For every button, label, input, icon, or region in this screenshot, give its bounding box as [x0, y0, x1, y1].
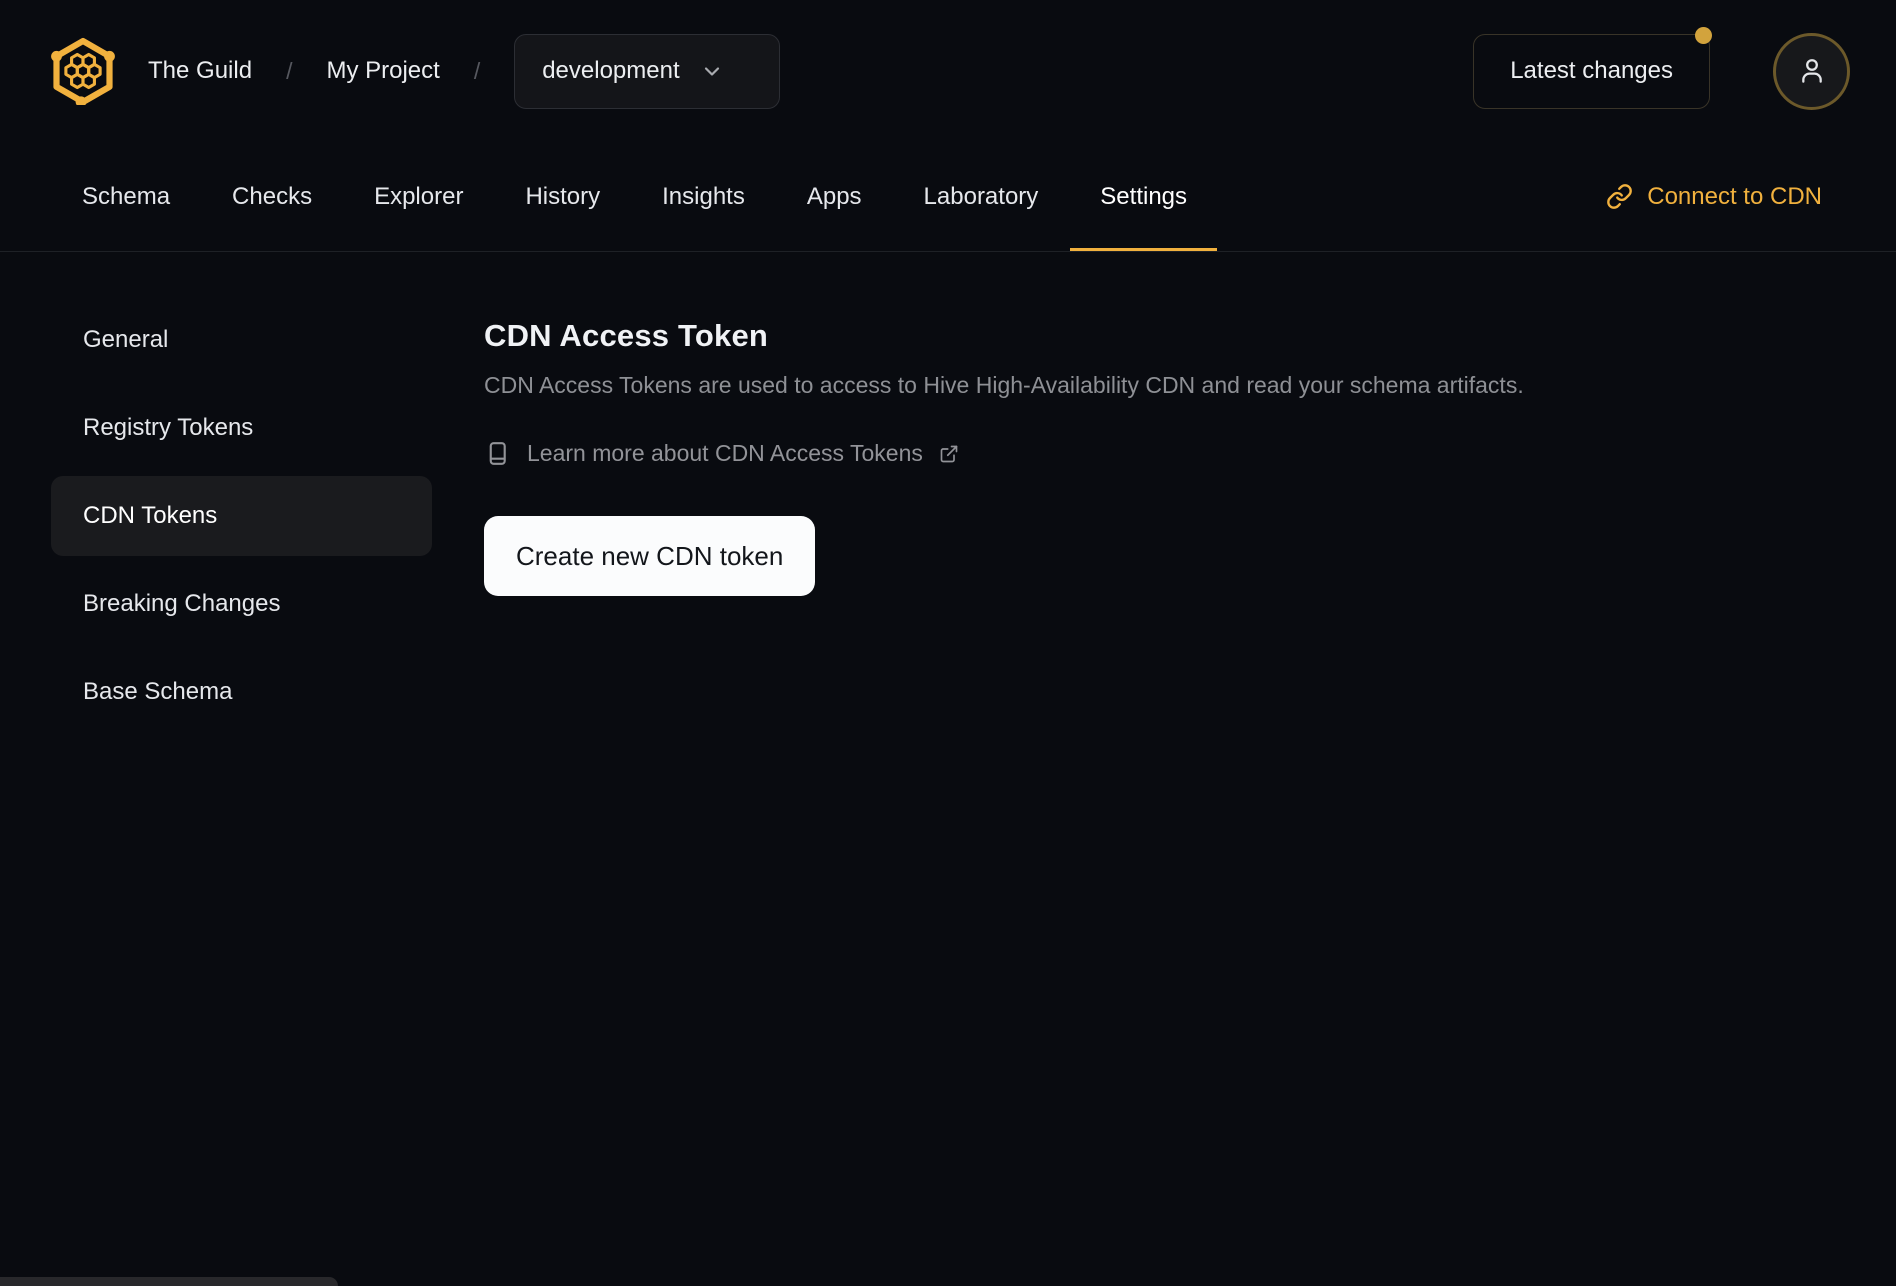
tab-history[interactable]: History	[495, 142, 630, 251]
learn-more-link[interactable]: Learn more about CDN Access Tokens	[484, 440, 959, 467]
sidebar-item-registry-tokens[interactable]: Registry Tokens	[51, 388, 432, 468]
tabs-list: Schema Checks Explorer History Insights …	[52, 142, 1218, 251]
breadcrumb-org-link[interactable]: The Guild	[148, 57, 252, 85]
tab-checks[interactable]: Checks	[202, 142, 342, 251]
user-menu-button[interactable]	[1773, 32, 1850, 110]
external-link-icon	[939, 444, 959, 464]
tab-schema[interactable]: Schema	[52, 142, 200, 251]
sidebar-item-general[interactable]: General	[51, 300, 432, 380]
chain-link-icon	[1606, 183, 1633, 210]
target-tabs-bar: Schema Checks Explorer History Insights …	[0, 142, 1896, 252]
tab-laboratory[interactable]: Laboratory	[894, 142, 1069, 251]
cdn-tokens-panel: CDN Access Token CDN Access Tokens are u…	[484, 252, 1896, 596]
create-cdn-token-button[interactable]: Create new CDN token	[484, 516, 816, 596]
sidebar-item-breaking-changes[interactable]: Breaking Changes	[51, 564, 432, 644]
sidebar-item-base-schema[interactable]: Base Schema	[51, 652, 432, 732]
breadcrumb-separator: /	[286, 57, 293, 84]
latest-changes-button[interactable]: Latest changes	[1473, 26, 1712, 109]
page-title: CDN Access Token	[484, 318, 769, 353]
tab-explorer[interactable]: Explorer	[344, 142, 493, 251]
bottom-toast-peek	[0, 1277, 338, 1286]
app-page: The Guild / My Project / development Lat…	[0, 0, 1896, 1286]
tab-settings[interactable]: Settings	[1070, 142, 1218, 251]
breadcrumb-separator: /	[473, 57, 481, 84]
connect-to-cdn-link[interactable]: Connect to CDN	[1606, 142, 1822, 251]
chevron-down-icon	[700, 59, 724, 83]
app-header: The Guild / My Project / development Lat…	[0, 0, 1896, 142]
breadcrumb-project-link[interactable]: My Project	[326, 57, 439, 85]
connect-to-cdn-label: Connect to CDN	[1647, 182, 1822, 210]
breadcrumb: The Guild / My Project /	[148, 57, 480, 85]
hive-logo-icon[interactable]	[46, 37, 120, 105]
target-selector-dropdown[interactable]: development	[514, 33, 781, 109]
settings-content: General Registry Tokens CDN Tokens Break…	[0, 252, 1896, 1286]
person-icon	[1796, 55, 1828, 87]
book-icon	[484, 440, 511, 467]
sidebar-item-cdn-tokens[interactable]: CDN Tokens	[51, 476, 432, 556]
tab-apps[interactable]: Apps	[777, 142, 892, 251]
target-selector-value: development	[542, 57, 680, 84]
learn-more-label: Learn more about CDN Access Tokens	[527, 440, 923, 466]
tab-insights[interactable]: Insights	[632, 142, 775, 251]
page-description: CDN Access Tokens are used to access to …	[484, 372, 1524, 398]
notification-dot	[1695, 26, 1712, 44]
settings-sidebar: General Registry Tokens CDN Tokens Break…	[51, 252, 432, 732]
latest-changes-label: Latest changes	[1510, 57, 1673, 84]
